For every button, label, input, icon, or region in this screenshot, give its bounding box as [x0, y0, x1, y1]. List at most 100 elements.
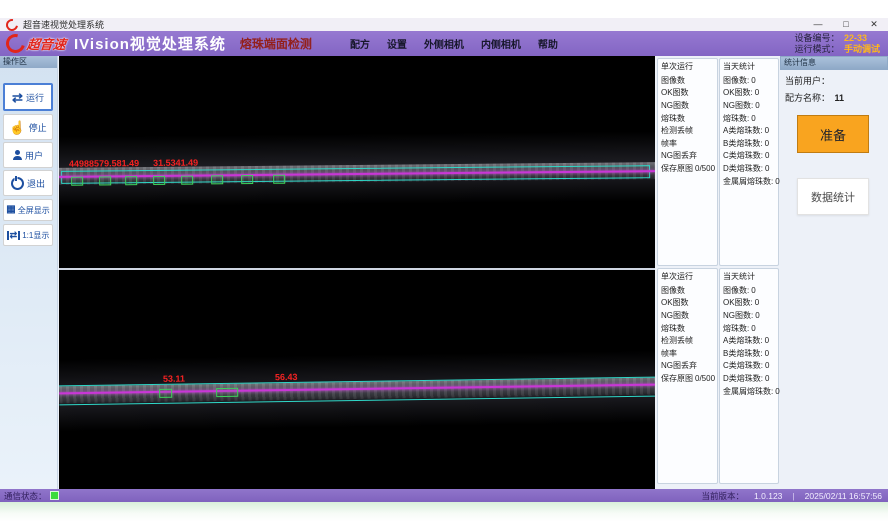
stat-value: 0 — [751, 324, 755, 333]
stop-button[interactable]: ☝ 停止 — [3, 114, 53, 140]
stat-value: 0 — [765, 164, 769, 173]
stat-row: 保存原图 0/500 — [658, 162, 717, 175]
defect-marker-box — [71, 177, 83, 186]
stat-value: 0/500 — [695, 374, 715, 383]
stat-label: 保存原图 — [661, 373, 693, 384]
measurement-value: 44988579.581.49 — [69, 158, 139, 169]
stat-label: 金属屑熔珠数: — [723, 176, 773, 187]
status-bar: 通信状态： 当前版本： 1.0.123 | 2025/02/11 16:57:5… — [0, 489, 888, 502]
measurement-annotation: 56.43 — [275, 372, 298, 382]
fullscreen-button[interactable]: ▦ 全屏显示 — [3, 199, 53, 221]
close-button[interactable]: ✕ — [860, 18, 888, 31]
stat-row: OK图数: 0 — [720, 87, 778, 100]
prepare-button[interactable]: 准备 — [797, 115, 869, 153]
daily-stats-rows: 图像数: 0 OK图数: 0 NG图数: 0 — [720, 284, 778, 397]
single-run-groupbox: 单次运行 图像数 OK图数 — [657, 268, 718, 484]
user-button[interactable]: 用户 — [3, 142, 53, 168]
camera-view-bottom[interactable]: 53.11 56.43 — [59, 270, 655, 489]
measurement-annotation: 53.11 — [163, 374, 185, 384]
stat-row: 检测丢帧 — [658, 334, 717, 347]
stat-value: 0 — [765, 126, 769, 135]
stat-label: OK图数 — [661, 297, 689, 308]
stat-label: OK图数: — [723, 297, 753, 308]
single-run-rows: 图像数 OK图数 NG图数 — [658, 74, 717, 175]
recipe-name-value: 11 — [835, 93, 845, 103]
app-header: 超音速 IVision视觉处理系统 熔珠端面检测 配方设置外侧相机内侧相机帮助 … — [0, 31, 888, 56]
stat-value: 0 — [765, 139, 769, 148]
run-mode-value: 手动调试 — [844, 44, 880, 54]
daily-stats-title: 当天统计 — [720, 269, 778, 284]
comm-status-label: 通信状态： — [4, 490, 47, 502]
app-title: IVision视觉处理系统 — [74, 33, 226, 54]
stat-label: 图像数 — [661, 75, 685, 86]
version-value: 1.0.123 — [754, 491, 782, 501]
maximize-button[interactable]: □ — [832, 18, 860, 31]
os-titlebar: 超音速视觉处理系统 — □ ✕ — [0, 18, 888, 32]
stat-row: OK图数: 0 — [720, 297, 778, 310]
stat-value: 0 — [751, 76, 755, 85]
stat-label: B类熔珠数: — [723, 348, 763, 359]
run-icon: ⇄ — [12, 91, 23, 104]
defect-marker-box — [125, 176, 137, 185]
exit-button[interactable]: 退出 — [3, 170, 53, 196]
data-statistics-button[interactable]: 数据统计 — [797, 178, 869, 215]
brand-logo-icon — [3, 31, 29, 57]
stat-value: 0 — [755, 298, 759, 307]
current-user-label: 当前用户： — [785, 76, 830, 86]
stat-label: 金属屑熔珠数: — [723, 386, 773, 397]
stat-row: 金属屑熔珠数: 0 — [720, 385, 778, 398]
stat-row: 图像数: 0 — [720, 284, 778, 297]
stat-label: B类熔珠数: — [723, 138, 763, 149]
stat-label: 图像数: — [723, 285, 749, 296]
stat-row: 熔珠数 — [658, 112, 717, 125]
camera-image-area: 44988579.581.4931.5341.49 53.11 56.43 — [59, 56, 655, 489]
menu-item[interactable]: 帮助 — [538, 36, 558, 51]
single-run-rows: 图像数 OK图数 NG图数 — [658, 284, 717, 385]
stat-value: 0 — [765, 336, 769, 345]
defect-marker-box — [181, 176, 193, 185]
stat-row: NG图丢弃 — [658, 150, 717, 163]
stat-row: 熔珠数: 0 — [720, 322, 778, 335]
defect-marker-box — [159, 389, 172, 398]
stat-row: 金属屑熔珠数: 0 — [720, 175, 778, 188]
stat-row: A类熔珠数: 0 — [720, 334, 778, 347]
operation-area-title: 操作区 — [0, 56, 57, 68]
menu-item[interactable]: 设置 — [387, 36, 407, 51]
stat-row: 图像数 — [658, 74, 717, 87]
version-label: 当前版本： — [702, 490, 745, 502]
stat-value: 0 — [755, 311, 759, 320]
stat-label: NG图数: — [723, 310, 753, 321]
stat-label: 检测丢帧 — [661, 125, 693, 136]
stat-row: C类熔珠数: 0 — [720, 360, 778, 373]
header-info: 设备编号： 22-33 运行模式： 手动调试 — [794, 33, 888, 55]
defect-marker-box — [153, 176, 165, 185]
defect-marker-box — [99, 176, 111, 185]
user-button-label: 用户 — [25, 149, 43, 162]
defect-marker-box — [216, 388, 238, 397]
stat-label: 检测丢帧 — [661, 335, 693, 346]
inspected-strip-bottom: 53.11 56.43 — [59, 270, 655, 489]
stat-row: OK图数 — [658, 87, 717, 100]
defect-marker-box — [241, 175, 253, 184]
stat-label: NG图丢弃 — [661, 150, 697, 161]
stat-label: A类熔珠数: — [723, 335, 763, 346]
menu-item[interactable]: 配方 — [350, 36, 370, 51]
comm-status-indicator — [50, 491, 59, 500]
ratio-1-1-button[interactable]: ⇄ 1:1显示 — [3, 224, 53, 246]
run-button[interactable]: ⇄ 运行 — [3, 83, 53, 111]
inspected-strip-top: 44988579.581.4931.5341.49 — [59, 56, 655, 268]
stat-row: NG图数: 0 — [720, 99, 778, 112]
stat-row: B类熔珠数: 0 — [720, 137, 778, 150]
menu-item[interactable]: 内侧相机 — [481, 36, 521, 51]
camera-view-top[interactable]: 44988579.581.4931.5341.49 — [59, 56, 655, 268]
menu-item[interactable]: 外侧相机 — [424, 36, 464, 51]
main-menu: 配方 设置 外侧相机 内侧相机 帮助 — [350, 36, 558, 51]
app-subtitle: 熔珠端面检测 — [240, 35, 312, 52]
single-run-title: 单次运行 — [658, 59, 717, 74]
minimize-button[interactable]: — — [804, 18, 832, 31]
fullscreen-button-label: 全屏显示 — [18, 205, 50, 216]
stat-row: NG图数 — [658, 99, 717, 112]
stat-label: 帧率 — [661, 348, 677, 359]
run-button-label: 运行 — [26, 91, 44, 104]
stats-section-top-camera: 单次运行 图像数 OK图数 — [657, 58, 778, 266]
